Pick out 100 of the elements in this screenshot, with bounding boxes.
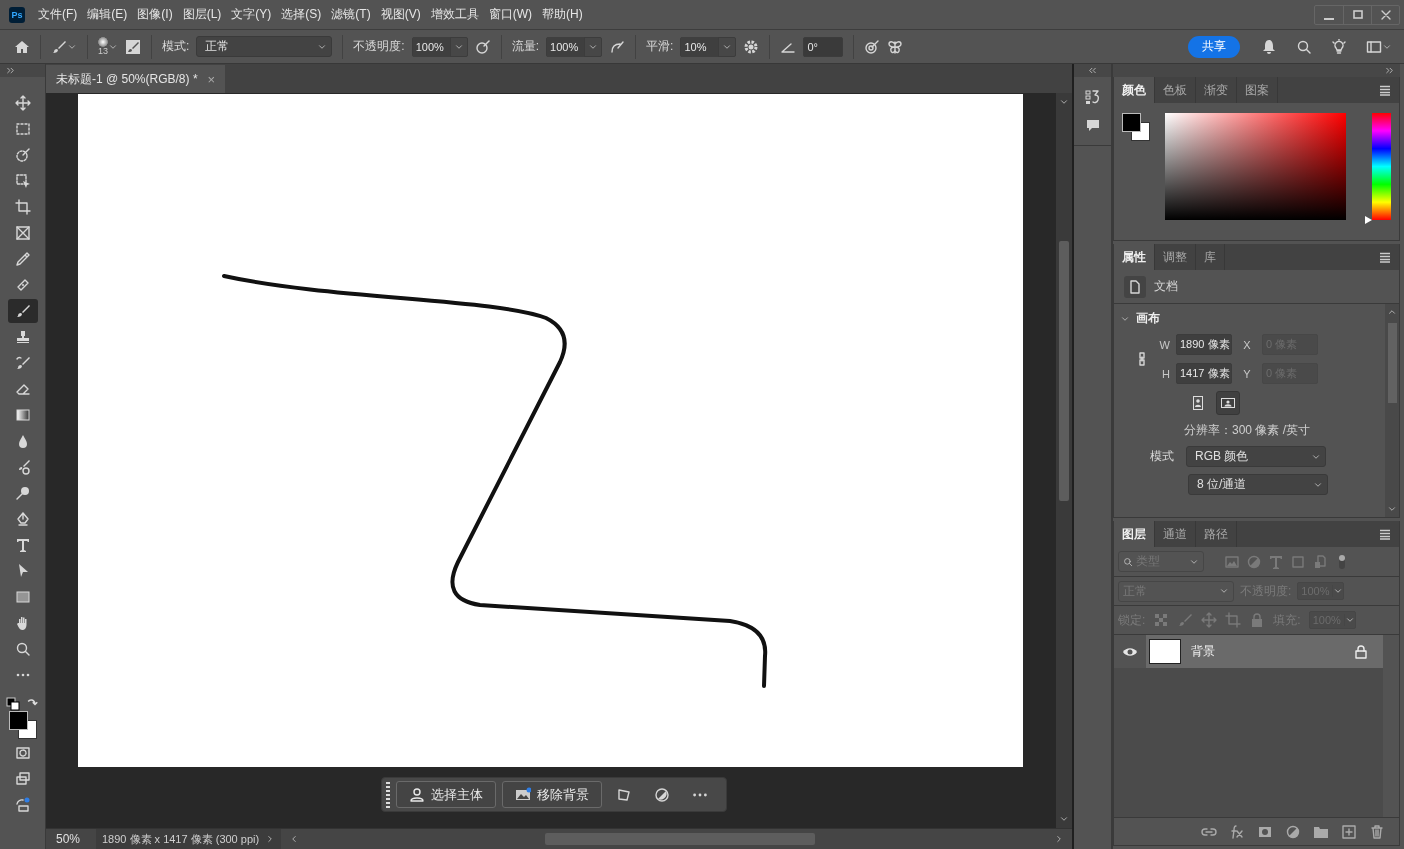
width-field[interactable]: 1890 像素 [1176,334,1232,355]
home-button[interactable] [14,38,30,55]
expand-chevrons-icon [1385,66,1394,75]
bit-depth-dropdown[interactable]: 8 位/通道 [1188,474,1328,495]
taskbar-button[interactable]: 移除背景 [502,781,602,808]
bell-icon [1261,38,1277,55]
zoom-level: 50% [55,832,82,846]
color-field[interactable] [1165,113,1346,220]
scrollbar-thumb[interactable] [1059,240,1069,501]
history-button[interactable] [1084,89,1101,105]
panel-tab[interactable]: 颜色 [1114,77,1155,103]
menu-item[interactable]: 视图(V) [375,6,426,23]
panel-tab[interactable]: 色板 [1155,77,1196,103]
workspace-button[interactable] [1366,38,1392,55]
ellipsis-icon [693,792,707,797]
move-arrows-icon [14,95,31,111]
pressure-opacity-button[interactable] [474,38,491,55]
brush-settings-button[interactable] [125,38,141,55]
history-icon [1084,89,1101,105]
smart-object-filter-icon [1312,553,1328,570]
document-info: 1890 像素 x 1417 像素 (300 ppi) [102,831,260,847]
scrollbar-thumb[interactable] [1387,323,1397,403]
mode-label: 模式: [162,38,190,55]
height-label: H [1161,367,1171,380]
document-tab[interactable]: 未标题-1 @ 50%(RGB/8) * × [46,65,226,93]
brush-preset-picker[interactable]: 13 [98,37,118,56]
menu-item[interactable]: 滤镜(T) [326,6,376,23]
resolution-text: 分辨率：300 像素 /英寸 [1184,422,1312,439]
panel-tab[interactable]: 渐变 [1196,77,1237,103]
panel-tab[interactable]: 通道 [1155,521,1196,547]
menu-item[interactable]: 图层(L) [177,6,227,23]
target-pen-icon [864,38,881,55]
caret-icon [1059,814,1069,824]
panel-tab[interactable]: 调整 [1155,244,1196,270]
angle-field[interactable]: 0° [803,36,844,57]
panel-tab[interactable]: 属性 [1114,244,1155,270]
caret-icon [1059,97,1069,107]
panel-tab[interactable]: 图层 [1114,521,1155,547]
chevron-up-icon [1387,307,1397,317]
landscape-photo-icon [515,786,531,803]
menu-item[interactable]: 编辑(E) [82,6,133,23]
pressure-size-button[interactable] [864,38,881,55]
tool-button[interactable] [7,299,38,323]
menu-item[interactable]: 选择(S) [276,6,327,23]
scrollbar-thumb[interactable] [545,833,816,845]
fx-icon [1229,823,1245,840]
menu-item[interactable]: 图像(I) [132,6,178,23]
color-swatches[interactable] [1122,113,1150,141]
rectangle-icon [14,589,31,605]
opacity-field[interactable]: 100% [412,36,451,57]
panel-tab[interactable]: 路径 [1196,521,1237,547]
stamp-icon [14,329,31,345]
smoothing-label: 平滑: [646,38,674,55]
default-colors-icon [5,697,22,713]
layer-row[interactable]: 背景 [1146,635,1383,668]
speech-bubble-icon [1084,117,1101,133]
symmetry-button[interactable] [887,38,904,55]
menu-item[interactable]: 文件(F) [33,6,83,23]
eyedropper-icon [14,251,31,267]
close-tab-button[interactable]: × [207,71,216,87]
smoothing-field[interactable]: 10% [681,36,720,57]
mode-dropdown[interactable]: 正常 [196,36,333,57]
menu-item[interactable]: 增效工具 [425,6,484,23]
share-button[interactable]: 共享 [1188,35,1240,58]
document-label: 文档 [1154,278,1178,295]
color-swatches[interactable] [8,711,37,739]
comments-button[interactable] [1084,117,1101,133]
quick-selection-brush-icon [14,147,31,163]
tool-preset-picker[interactable] [51,38,77,55]
brush-panel-icon [125,38,141,55]
panel-tab[interactable]: 库 [1196,244,1225,270]
trash-icon [1369,823,1385,840]
taskbar-button[interactable]: 选择主体 [396,781,496,808]
width-label: W [1158,338,1171,351]
canvas-section-header[interactable]: 画布 [1120,310,1385,327]
menu-item[interactable]: 窗口(W) [483,6,537,23]
menu-item[interactable]: 帮助(H) [537,6,588,23]
orientation-button[interactable] [1216,391,1240,415]
flow-field[interactable]: 100% [547,36,586,57]
discover-button[interactable] [1331,38,1347,55]
document-icon [1127,278,1143,295]
lock-icon [1353,643,1369,660]
smoothing-options-button[interactable] [743,38,760,55]
half-circle-icon [654,786,670,803]
menu-item[interactable]: 文字(Y) [226,6,277,23]
butterfly-icon [887,38,904,55]
brush-icon [51,38,67,55]
search-button[interactable] [1296,38,1312,55]
stacked-windows-icon [14,771,31,787]
notifications-button[interactable] [1261,38,1277,55]
mode-label: 模式 [1150,448,1174,465]
dashed-rectangle-icon [14,121,31,137]
height-field[interactable]: 1417 像素 [1176,363,1232,384]
shape-filter-icon [1290,553,1306,570]
expand-chevrons-icon [6,66,15,75]
panel-tab[interactable]: 图案 [1237,77,1278,103]
color-mode-dropdown[interactable]: RGB 颜色 [1186,446,1326,467]
lightbulb-icon [1331,38,1347,55]
gear-icon [743,38,760,55]
caret-icon [1333,586,1344,596]
